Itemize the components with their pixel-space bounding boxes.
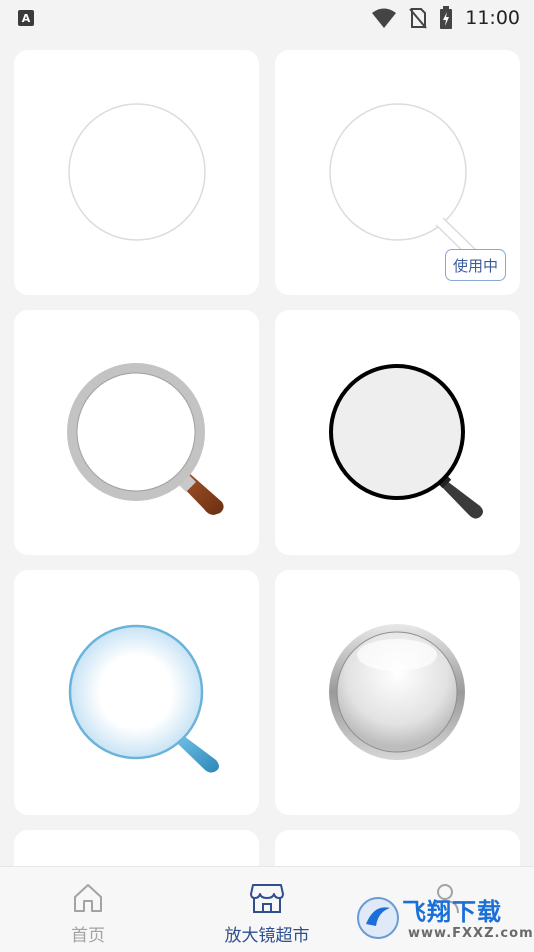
app-notification-icon: A	[18, 10, 34, 26]
watermark-text: 飞翔下载	[402, 898, 502, 926]
store-icon	[250, 884, 284, 913]
watermark-logo-icon	[357, 897, 399, 939]
tab-home-label: 首页	[71, 926, 105, 946]
chrome-lens-icon	[329, 624, 465, 760]
watermark: 飞翔下载 www.FXXZ.com	[356, 890, 533, 950]
tab-store-label: 放大镜超市	[224, 926, 310, 946]
magnifier-card-glass-blue[interactable]	[14, 570, 259, 815]
home-icon	[74, 884, 102, 912]
magnifier-card-silver-wood[interactable]	[14, 310, 259, 555]
tab-home[interactable]: 首页	[38, 867, 138, 952]
glass-blue-magnifier-icon	[68, 624, 219, 773]
status-bar: A 11:00	[0, 0, 534, 36]
magnifier-card-black-ring[interactable]	[275, 310, 520, 555]
no-sim-icon	[409, 8, 427, 29]
magnifier-card-outline[interactable]: 使用中	[275, 50, 520, 295]
magnifier-card-chrome[interactable]	[275, 570, 520, 815]
watermark-url: www.FXXZ.com	[408, 926, 534, 941]
clock: 11:00	[465, 7, 520, 29]
magnifier-card-plain-circle[interactable]	[14, 50, 259, 295]
in-use-badge: 使用中	[444, 249, 506, 281]
silver-wood-magnifier-icon	[67, 363, 224, 515]
battery-charging-icon	[440, 6, 453, 29]
wifi-icon	[372, 8, 397, 28]
tab-magnifier-store[interactable]: 放大镜超市	[202, 867, 332, 952]
black-ring-magnifier-icon	[329, 364, 483, 519]
plain-circle-icon	[68, 103, 206, 241]
